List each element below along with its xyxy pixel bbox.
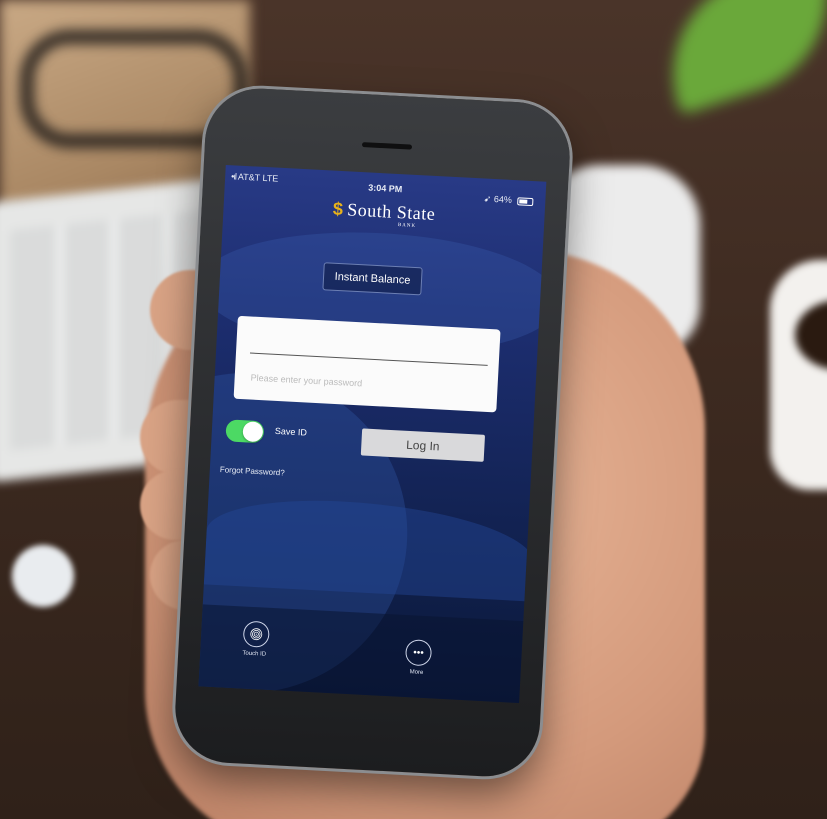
battery-percent: 64%	[493, 194, 513, 205]
instant-balance-button[interactable]: Instant Balance	[322, 262, 423, 296]
app-screen: •ıl AT&T LTE 3:04 PM ➹ 64% $ South State…	[198, 164, 547, 704]
background-swoosh	[203, 494, 539, 602]
fingerprint-icon[interactable]	[242, 620, 270, 648]
earbud	[12, 545, 74, 607]
password-field[interactable]	[248, 366, 487, 401]
phone: •ıl AT&T LTE 3:04 PM ➹ 64% $ South State…	[172, 85, 573, 780]
save-id-toggle[interactable]	[225, 419, 265, 444]
toggle-knob	[242, 421, 264, 443]
coffee-cup	[770, 260, 827, 490]
touch-id-label: Touch ID	[242, 650, 267, 658]
location-icon: ➹	[483, 193, 492, 204]
bank-name: South State	[346, 199, 436, 224]
more-dots-glyph: •••	[412, 646, 425, 659]
phone-speaker	[361, 142, 413, 150]
username-field[interactable]	[249, 330, 489, 366]
more-label: More	[409, 669, 424, 676]
bottom-bar: Touch ID ••• More	[198, 604, 524, 704]
fingerprint-glyph	[250, 628, 263, 641]
bank-subtitle: BANK	[397, 223, 417, 229]
plant-leaf	[647, 0, 827, 116]
login-form	[233, 315, 501, 413]
battery-status: ➹ 64%	[483, 193, 534, 208]
battery-icon	[517, 196, 534, 206]
instant-balance-label: Instant Balance	[334, 270, 411, 287]
bank-logo-mark: $	[332, 198, 344, 220]
more-dots-icon[interactable]: •••	[404, 639, 433, 667]
save-id-label: Save ID	[274, 425, 308, 438]
